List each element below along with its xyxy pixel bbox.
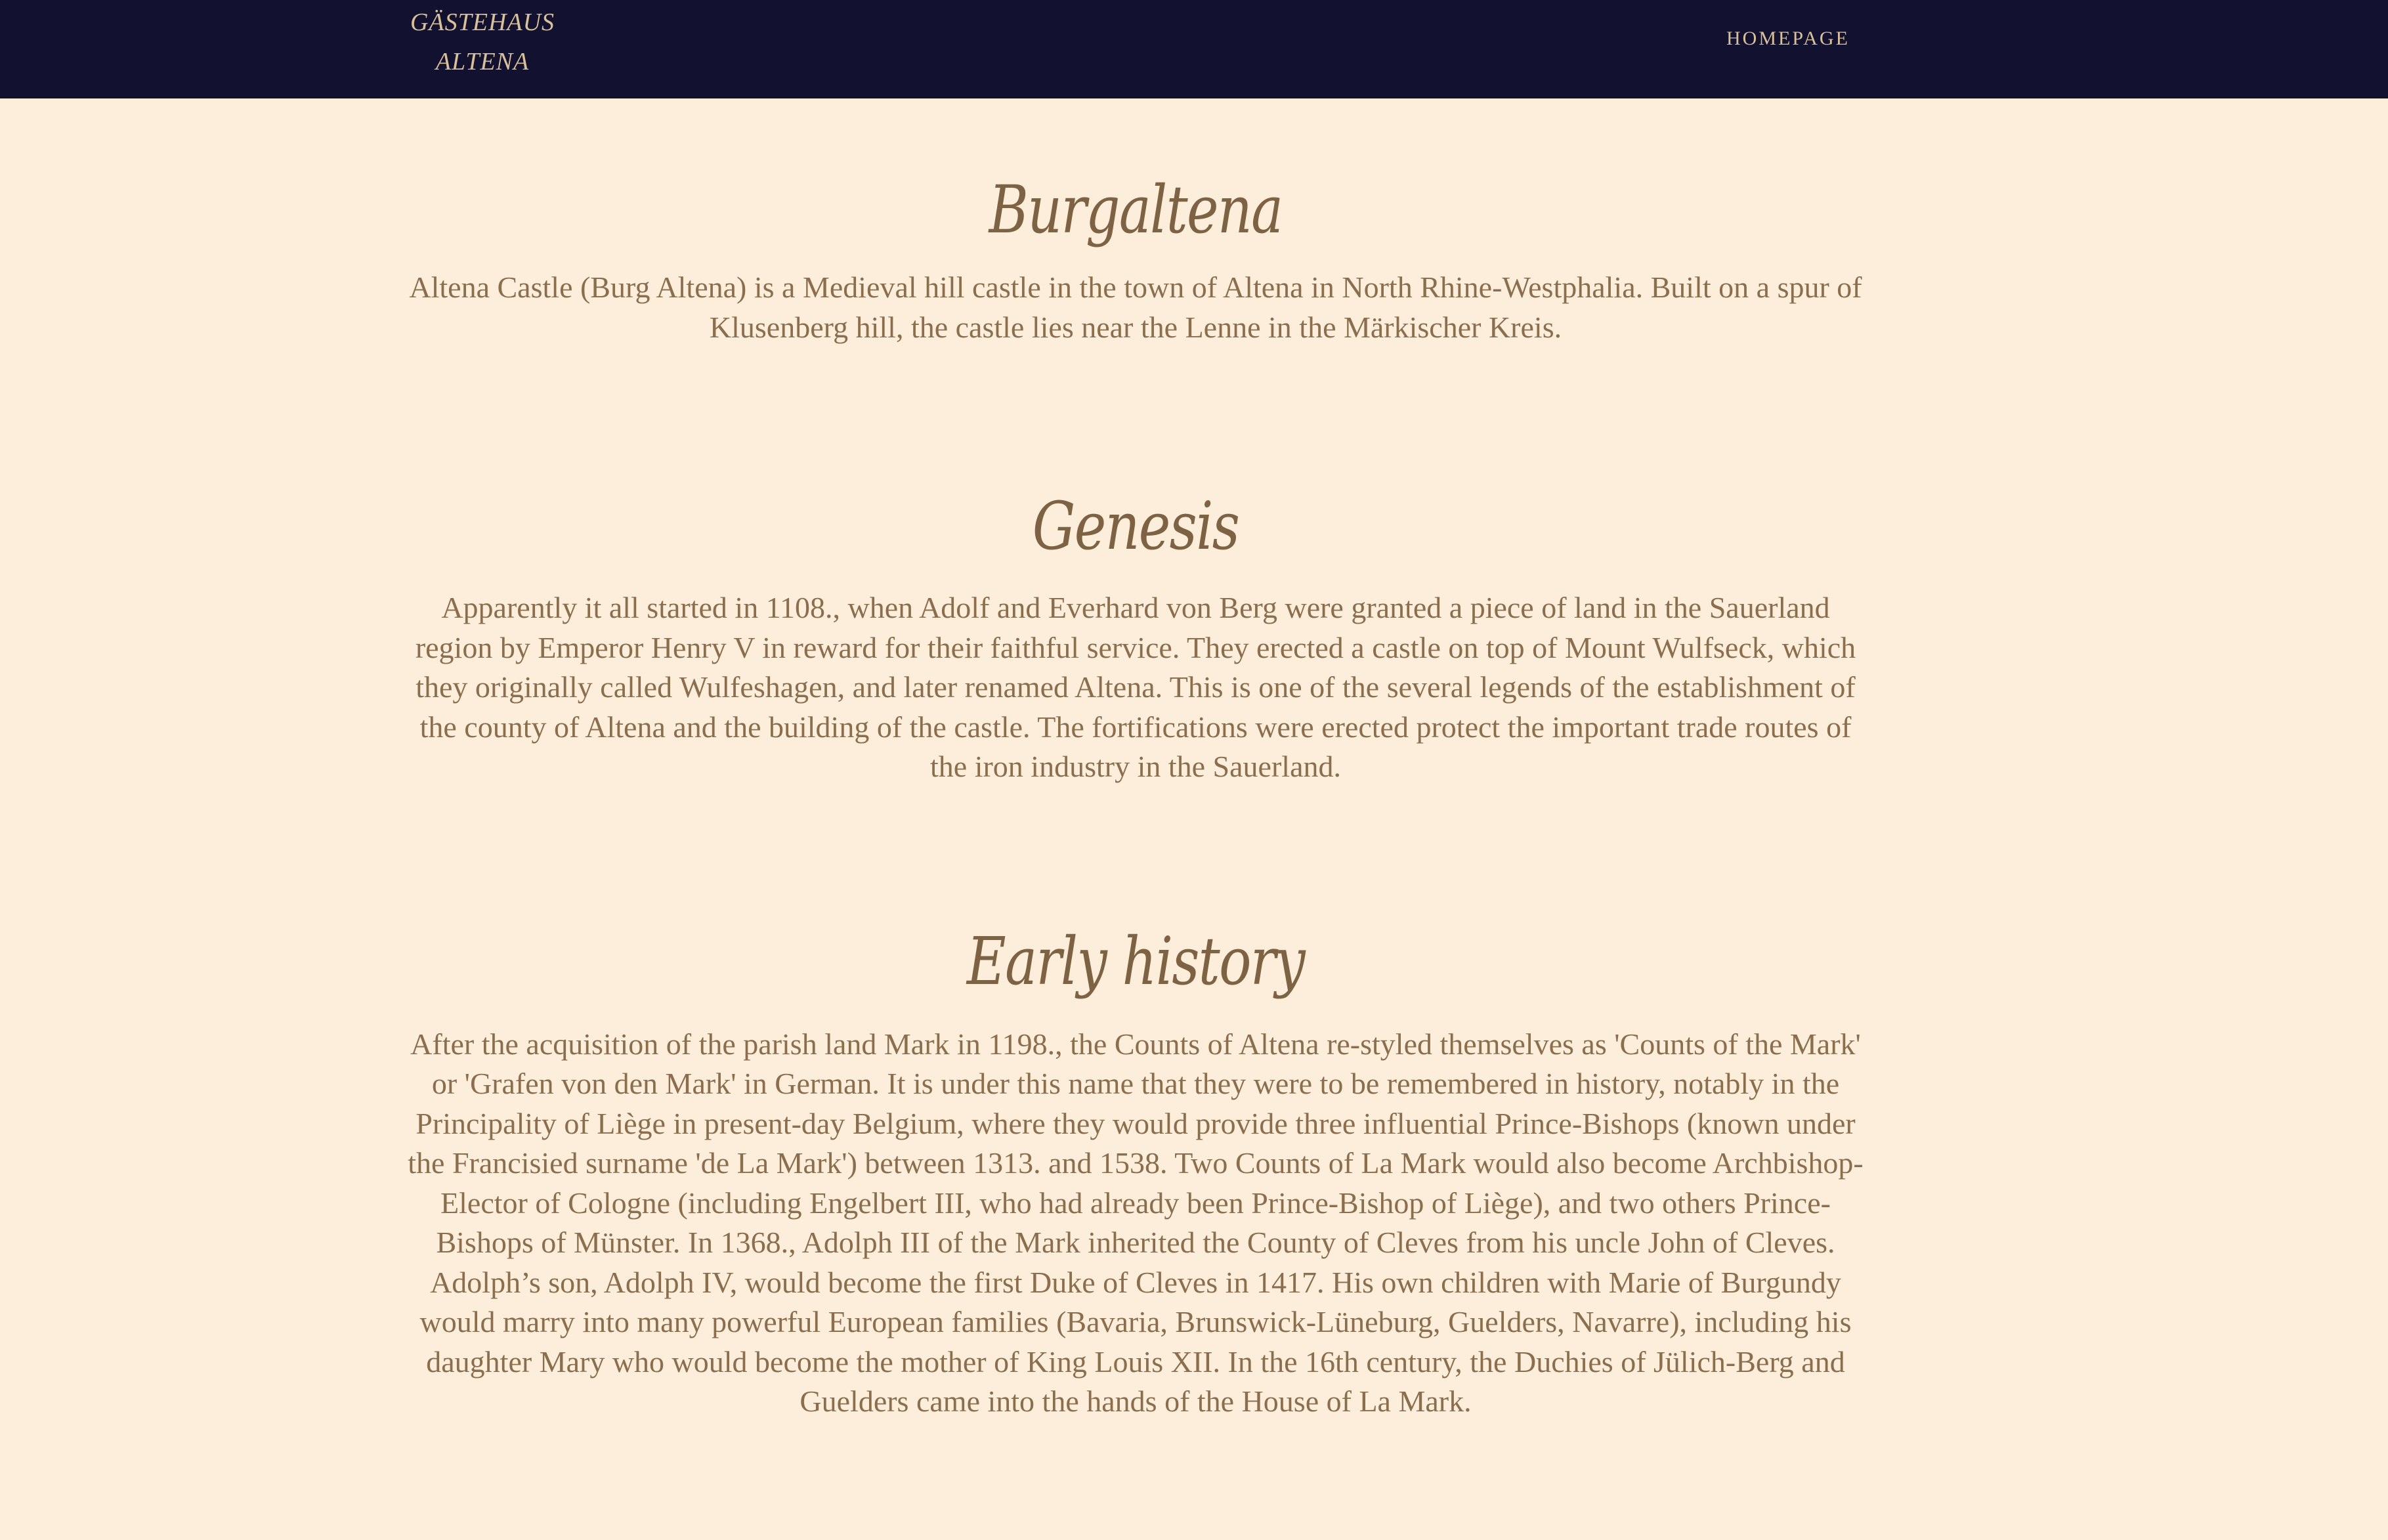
main-content: Burgaltena Altena Castle (Burg Altena) i… [407, 98, 1864, 1422]
section-early-history: Early history After the acquisition of t… [407, 922, 1864, 1422]
brand-line-2: ALTENA [435, 48, 530, 75]
section-title: Genesis [1032, 488, 1240, 565]
section-title: Early history [966, 922, 1306, 1000]
top-navigation-bar: GÄSTEHAUS ALTENA HOMEPAGE [0, 0, 2388, 98]
section-genesis: Genesis Apparently it all started in 110… [407, 488, 1864, 787]
site-logo[interactable]: GÄSTEHAUS ALTENA [394, 3, 571, 81]
section-title: Burgaltena [989, 171, 1283, 248]
nav-link-homepage[interactable]: HOMEPAGE [1726, 28, 1850, 50]
section-burgaltena: Burgaltena Altena Castle (Burg Altena) i… [407, 172, 1864, 347]
section-body: Altena Castle (Burg Altena) is a Medieva… [409, 270, 1862, 344]
section-body: After the acquisition of the parish land… [408, 1027, 1864, 1419]
brand-line-1: GÄSTEHAUS [410, 9, 555, 36]
section-body: Apparently it all started in 1108., when… [415, 591, 1856, 783]
